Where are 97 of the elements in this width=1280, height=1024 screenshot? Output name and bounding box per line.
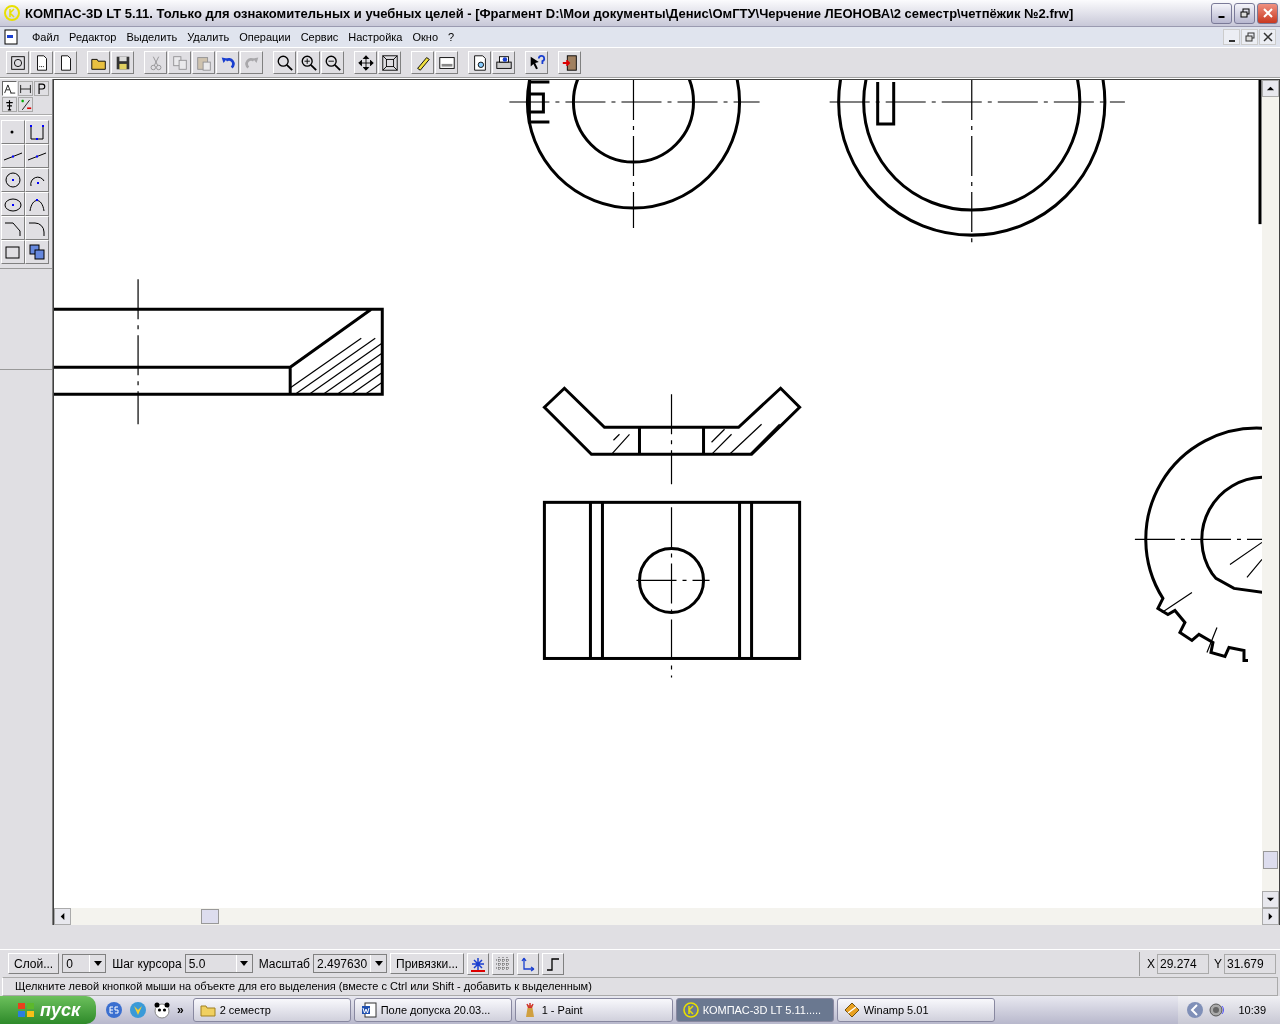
scroll-thumb[interactable] <box>201 908 219 924</box>
floppy-icon[interactable] <box>111 51 134 74</box>
taskbar-button[interactable]: 2 семестр <box>192 998 351 1022</box>
print-preview-icon[interactable] <box>468 51 491 74</box>
panel-icon[interactable] <box>435 51 458 74</box>
menu-item[interactable]: Редактор <box>64 31 122 43</box>
menu-item[interactable]: Окно <box>407 31 443 43</box>
ortho-icon[interactable] <box>542 952 565 975</box>
more-button[interactable]: » <box>177 1003 184 1017</box>
scroll-down-button[interactable] <box>1262 890 1279 908</box>
status-message: Щелкните левой кнопкой мыши на объекте для его выделения (вместе с Ctrl или Shift - добавить к выделенным) <box>2 977 1278 996</box>
folder-icon[interactable] <box>87 51 110 74</box>
clock: 10:39 <box>1237 1004 1266 1016</box>
taskbar-button[interactable]: 1 - Paint <box>514 998 673 1022</box>
menu-item[interactable]: Настройка <box>343 31 408 43</box>
printer-icon[interactable] <box>492 51 515 74</box>
marking-tab[interactable] <box>2 97 17 112</box>
restore-icon <box>1238 7 1251 19</box>
speaker-icon[interactable] <box>1208 1001 1227 1019</box>
pen-icon[interactable] <box>411 51 434 74</box>
minimize-button[interactable] <box>1223 29 1240 45</box>
rectangle-icon[interactable] <box>1 240 25 264</box>
close-button[interactable] <box>1259 29 1276 45</box>
folder-icon <box>199 1002 216 1018</box>
triangle-up-icon <box>1266 84 1275 93</box>
close-icon <box>1262 32 1273 42</box>
triangle-right-icon <box>1266 911 1275 921</box>
minimize-icon <box>1218 16 1225 18</box>
exit-door-icon[interactable] <box>558 51 581 74</box>
segment-icon[interactable] <box>25 144 49 168</box>
menu-item[interactable]: Операции <box>234 31 296 43</box>
menu-item[interactable]: Удалить <box>182 31 235 43</box>
fit-frame-icon[interactable] <box>378 51 401 74</box>
windows-logo-icon <box>15 1000 36 1020</box>
bs-icon[interactable] <box>105 1001 123 1019</box>
parameter-tab[interactable] <box>34 81 49 96</box>
vertical-scrollbar[interactable] <box>1262 80 1279 908</box>
x-coordinate-field: 29.274 <box>1157 953 1209 974</box>
text-tool-tab[interactable] <box>2 81 17 96</box>
y-label: Y <box>1213 956 1222 971</box>
scale-label: Масштаб <box>257 956 310 971</box>
taskbar-button[interactable]: КОМПАС-3D LT 5.11..... <box>675 998 834 1022</box>
triangle-left-icon <box>58 911 67 921</box>
segment-icon[interactable] <box>1 144 25 168</box>
y-coordinate-field: 31.679 <box>1224 953 1276 974</box>
panda-icon[interactable] <box>153 1001 171 1019</box>
caret-icon <box>93 961 102 966</box>
snap-icon[interactable] <box>467 952 490 975</box>
dimension-tab[interactable] <box>18 81 33 96</box>
scale-dropdown[interactable]: 2.497630 <box>313 954 387 973</box>
hatch-icon[interactable] <box>25 240 49 264</box>
snaps-button[interactable]: Привязки... <box>390 953 465 974</box>
taskbar-button[interactable]: Поле допуска 20.03... <box>353 998 512 1022</box>
restore-icon <box>1244 32 1255 42</box>
fillet-icon[interactable] <box>25 216 49 240</box>
blank-page-icon[interactable] <box>54 51 77 74</box>
zoom-out-icon[interactable] <box>321 51 344 74</box>
layer-dropdown[interactable]: 0 <box>62 954 107 973</box>
minimize-icon <box>1228 40 1235 42</box>
menu-item[interactable]: Выделить <box>121 31 183 43</box>
polyline-icon[interactable] <box>25 120 49 144</box>
window-title: КОМПАС-3D LT 5.11. Только для ознакомительных и учебных целей - [Фрагмент D:\Мои документы\Денис\ОмГТУ\Черчение ЛЕОНОВА\2 семестр\четпёжик №2.frw] <box>25 5 1075 21</box>
point-icon[interactable] <box>1 120 25 144</box>
close-icon <box>1261 7 1274 19</box>
minimize-button[interactable] <box>1211 2 1232 24</box>
menu-item[interactable]: Файл <box>27 31 65 43</box>
help-pointer-icon[interactable] <box>525 51 548 74</box>
x-label: X <box>1145 956 1155 971</box>
cursor-step-label: Шаг курсора <box>111 956 182 971</box>
menu-item[interactable]: ? <box>443 31 460 43</box>
scroll-up-button[interactable] <box>1262 80 1279 97</box>
app-logo-icon <box>682 1002 699 1018</box>
restore-button[interactable] <box>1241 29 1258 45</box>
edit-tab[interactable] <box>18 97 33 112</box>
menu-item[interactable]: Сервис <box>295 31 344 43</box>
scroll-thumb[interactable] <box>1263 850 1278 869</box>
zoom-in-icon[interactable] <box>297 51 320 74</box>
caret-icon <box>240 961 249 966</box>
app-logo-icon <box>4 5 20 21</box>
grid-icon[interactable] <box>492 952 515 975</box>
arc-icon[interactable] <box>25 168 49 192</box>
spline-icon[interactable] <box>25 192 49 216</box>
taskbar-button[interactable]: Winamp 5.01 <box>836 998 995 1022</box>
layer-button[interactable]: Слой... <box>8 953 60 974</box>
restore-button[interactable] <box>1234 2 1255 24</box>
undo-icon[interactable] <box>216 51 239 74</box>
document-icon[interactable] <box>4 29 18 45</box>
cube-icon[interactable] <box>6 51 29 74</box>
word-document-icon <box>360 1002 377 1018</box>
move-arrows-icon[interactable] <box>354 51 377 74</box>
chevron-left-icon[interactable] <box>1186 1001 1205 1019</box>
caret-icon <box>374 961 383 966</box>
chamfer-icon[interactable] <box>1 216 25 240</box>
cursor-step-dropdown[interactable]: 5.0 <box>184 954 253 973</box>
close-button[interactable] <box>1257 2 1278 24</box>
magnifier-icon[interactable] <box>273 51 296 74</box>
axes-icon[interactable] <box>517 952 540 975</box>
